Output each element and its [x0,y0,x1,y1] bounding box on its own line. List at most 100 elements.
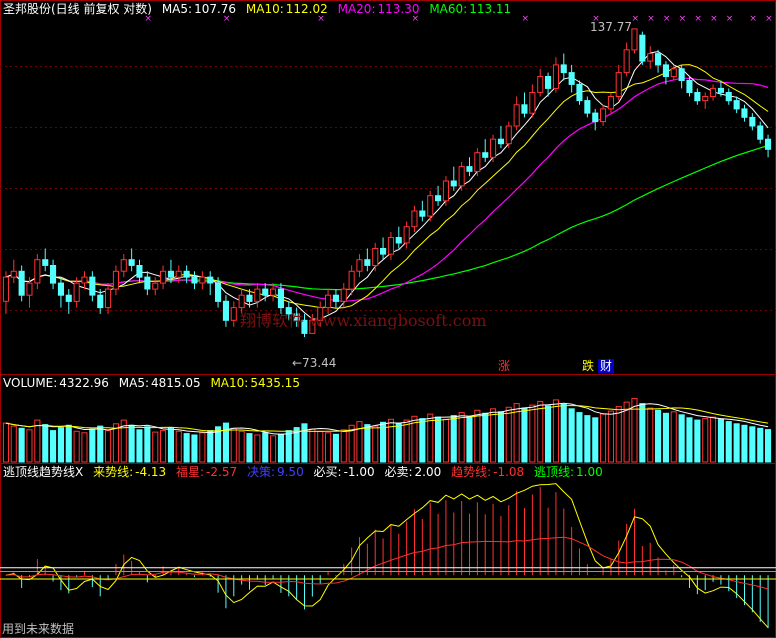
volume-bar [537,400,544,463]
candle-body [419,210,426,217]
candle-body [749,116,756,127]
candle-body [568,72,575,85]
vol-ma10-label: MA10: [210,376,249,390]
candle-body [128,259,135,266]
candle-body [167,270,174,278]
candle-body [372,248,379,266]
volume-bar [749,426,756,463]
volume-bar [552,399,560,463]
ma10-value: 112.02 [285,2,328,16]
candle-body [670,68,677,78]
candle-body [482,152,489,158]
candle-body [152,282,159,290]
candle-body [89,276,96,296]
volume-bar [560,403,567,463]
top-marker: × [749,14,757,24]
volume-bar [325,432,332,463]
candle-body [42,259,49,266]
vol-ma5-value: 4815.05 [151,376,201,390]
volume-ma-lines [5,402,769,435]
volume-bar [230,427,237,463]
volume-bar [199,432,206,463]
ind-6-label: 趋势线: [451,465,492,479]
volume-bar [356,421,363,463]
candle-body [552,64,560,89]
volume-bar [26,429,33,463]
low-marker: ←73.44 [292,356,337,370]
high-marker: 137.77 [590,20,632,34]
candle-body [175,270,182,278]
volume-value: 4322.96 [59,376,109,390]
ind-2-value: -2.57 [206,465,238,479]
top-marker: × [632,14,640,24]
volume-bar [521,407,528,463]
volume-bar [340,429,347,463]
ind-7-value: 1.00 [576,465,603,479]
candle-body [120,259,127,272]
watermark: 翔博软件 www.xiangbosoft.com [240,311,487,330]
volume-bar [136,429,143,463]
volume-bar [332,433,339,463]
volume-bar [686,417,693,463]
vol-ma5-label: MA5: [118,376,149,390]
candle-body [387,237,394,255]
volume-bar [403,419,410,463]
candle-body [662,64,670,78]
top-marker: × [663,14,671,24]
indicator-name: 逃顶线趋势线X [3,465,84,479]
top-marker: × [726,14,734,24]
candle-body [411,210,418,228]
volume-bar [152,431,159,463]
signal-down: 跌 [580,359,597,373]
ma20-line [5,77,769,302]
volume-bar [615,406,622,463]
volume-bar [167,427,174,463]
ind-1-value: -4.13 [135,465,167,479]
candle-body [191,276,198,284]
candle-body [702,96,709,102]
volume-bar [309,428,316,463]
volume-bar [2,422,9,463]
volume-bar [57,427,65,463]
ma5-value: 107.76 [194,2,237,16]
candle-body [647,53,654,62]
candle-body [505,125,512,145]
volume-bar [466,415,473,463]
ind-2-label: 福星: [176,465,205,479]
candle-body [403,226,410,244]
volume-ma5-path [5,402,769,435]
candle-body [356,259,363,272]
volume-bar [584,415,591,463]
volume-bar [50,430,57,463]
candle-body [380,248,387,255]
volume-bar [694,419,701,463]
candle-body [686,80,693,93]
volume-bar [741,424,748,463]
candle-body [254,288,261,302]
candle-body [18,270,25,296]
volume-bar [73,430,80,463]
volume-bar [725,421,732,463]
volume-bar [254,434,261,463]
ma60-value: 113.11 [469,2,512,16]
volume-bar [65,424,72,463]
candle-body [222,300,229,321]
ind-5-value: 2.00 [414,465,442,479]
candle-body [584,100,591,114]
candle-body [10,270,17,278]
volume-bar [380,421,387,463]
candle-body [325,294,332,309]
top-marker: × [522,14,530,24]
price-header: 圣邦股份(日线 前复权 对数) MA5: 107.76 MA10: 112.02 M… [3,2,517,16]
volume-bar [490,408,497,463]
candle-body [537,76,544,93]
candle-body [545,76,552,89]
candle-body [623,49,630,74]
volume-bar [765,429,772,463]
ind-7-label: 逃顶线: [534,465,575,479]
volume-bars [2,397,772,463]
volume-bar [81,432,88,463]
ind-5-label: 必卖: [384,465,413,479]
volume-bar [207,430,214,463]
candle-body [694,92,701,102]
